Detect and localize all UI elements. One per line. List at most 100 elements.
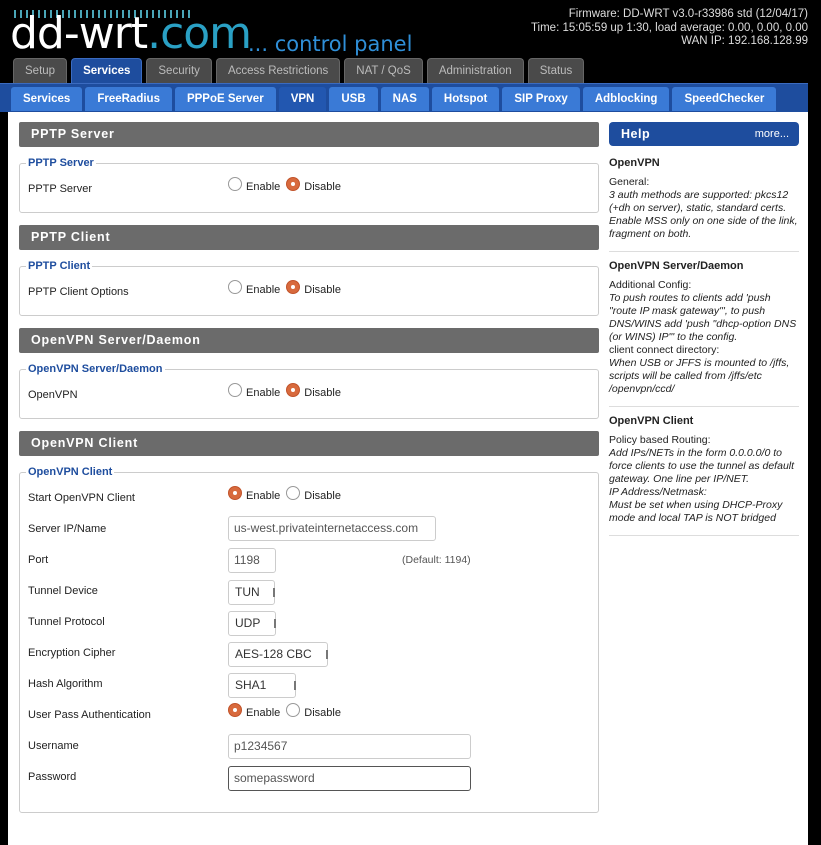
sub-tabs: Services FreeRadius PPPoE Server VPN USB…	[11, 87, 777, 111]
tab-services[interactable]: Services	[71, 58, 143, 84]
time-info: Time: 15:05:59 up 1:30, load average: 0.…	[530, 21, 808, 34]
legend-pptp-server: PPTP Server	[28, 157, 94, 169]
port-input[interactable]: 1198	[228, 548, 276, 573]
row-encryption-cipher: Encryption Cipher AES-128 CBC	[28, 637, 590, 668]
row-tunnel-device: Tunnel Device TUN	[28, 575, 590, 606]
radio-group-user-pass-auth: Enable Disable	[228, 703, 347, 719]
row-tunnel-protocol: Tunnel Protocol UDP	[28, 606, 590, 637]
radio-group-openvpn-server: Enable Disable	[228, 383, 347, 399]
radio-pptp-client-enable[interactable]	[228, 280, 242, 294]
label-hash-algorithm: Hash Algorithm	[28, 678, 103, 690]
subtab-nas[interactable]: NAS	[380, 87, 429, 111]
server-ip-input[interactable]: us-west.privateinternetaccess.com	[228, 516, 436, 541]
label-port: Port	[28, 554, 49, 566]
hash-algorithm-select[interactable]: SHA1	[228, 673, 296, 698]
radio-group-start-openvpn-client: Enable Disable	[228, 486, 347, 502]
help-text: When USB or JFFS is mounted to /jffs, sc…	[609, 357, 790, 395]
radio-label-disable: Disable	[304, 181, 341, 193]
radio-pptp-server-disable[interactable]	[286, 177, 301, 191]
radio-start-client-disable[interactable]	[286, 486, 301, 500]
legend-openvpn-client: OpenVPN Client	[28, 466, 113, 478]
fieldset-pptp-client: PPTP Client PPTP Client Options Enable D…	[19, 260, 599, 316]
subtab-services[interactable]: Services	[11, 87, 83, 111]
section-header-openvpn-server: OpenVPN Server/Daemon	[19, 328, 599, 353]
row-pptp-server: PPTP Server Enable Disable	[28, 173, 590, 204]
row-password: Password somepassword	[28, 761, 590, 792]
radio-label-disable: Disable	[304, 490, 341, 502]
subtab-pppoe-server[interactable]: PPPoE Server	[174, 87, 276, 111]
port-default-hint: (Default: 1194)	[402, 554, 471, 566]
subtab-speedchecker[interactable]: SpeedChecker	[672, 87, 777, 111]
radio-label-enable: Enable	[246, 707, 281, 719]
settings-panel: PPTP Server PPTP Server PPTP Server Enab…	[19, 122, 599, 825]
encryption-cipher-control: AES-128 CBC	[228, 642, 328, 667]
help-header: Help more...	[609, 122, 799, 146]
sub-tab-bar: Services FreeRadius PPPoE Server VPN USB…	[0, 83, 808, 112]
radio-label-enable: Enable	[246, 181, 281, 193]
help-text: Must be set when using DHCP-Proxy mode a…	[609, 499, 783, 524]
radio-start-client-enable[interactable]	[228, 486, 242, 500]
radio-label-disable: Disable	[304, 387, 341, 399]
subtab-adblocking[interactable]: Adblocking	[582, 87, 670, 111]
row-port: Port 1198 (Default: 1194)	[28, 544, 590, 575]
radio-label-enable: Enable	[246, 284, 281, 296]
help-text: To push routes to clients add 'push "rou…	[609, 292, 797, 343]
row-hash-algorithm: Hash Algorithm SHA1	[28, 668, 590, 699]
password-input[interactable]: somepassword	[228, 766, 471, 791]
tunnel-device-select[interactable]: TUN	[228, 580, 275, 605]
fieldset-openvpn-server: OpenVPN Server/Daemon OpenVPN Enable Dis…	[19, 363, 599, 419]
help-block-title: OpenVPN Server/Daemon	[609, 260, 744, 272]
help-block-openvpn-client: OpenVPN Client Policy based Routing: Add…	[609, 407, 799, 536]
label-encryption-cipher: Encryption Cipher	[28, 647, 116, 659]
legend-pptp-client: PPTP Client	[28, 260, 91, 272]
radio-group-pptp-client: Enable Disable	[228, 280, 347, 296]
radio-pptp-server-enable[interactable]	[228, 177, 242, 191]
label-start-openvpn-client: Start OpenVPN Client	[28, 492, 135, 504]
logo-main: dd-wrt	[10, 8, 148, 59]
tab-nat-qos[interactable]: NAT / QoS	[344, 58, 423, 83]
radio-openvpn-server-enable[interactable]	[228, 383, 242, 397]
server-ip-control: us-west.privateinternetaccess.com	[228, 516, 436, 541]
help-text: IP Address/Netmask:	[609, 486, 707, 498]
tunnel-protocol-select[interactable]: UDP	[228, 611, 276, 636]
row-pptp-client-options: PPTP Client Options Enable Disable	[28, 276, 590, 307]
tab-security[interactable]: Security	[146, 58, 212, 83]
help-text: Additional Config:	[609, 279, 692, 291]
help-text: General:	[609, 176, 650, 188]
subtab-freeradius[interactable]: FreeRadius	[85, 87, 172, 111]
tab-status[interactable]: Status	[527, 58, 585, 83]
help-panel: Help more... OpenVPN General: 3 auth met…	[609, 122, 799, 536]
row-user-pass-auth: User Pass Authentication Enable Disable	[28, 699, 590, 730]
label-pptp-server: PPTP Server	[28, 183, 92, 195]
row-username: Username p1234567	[28, 730, 590, 761]
help-text: 3 auth methods are supported: pkcs12 (+d…	[609, 189, 798, 240]
encryption-cipher-select[interactable]: AES-128 CBC	[228, 642, 328, 667]
tab-access-restrictions[interactable]: Access Restrictions	[215, 58, 341, 83]
radio-pptp-client-disable[interactable]	[286, 280, 301, 294]
subtab-sip-proxy[interactable]: SIP Proxy	[502, 87, 580, 111]
subtab-usb[interactable]: USB	[329, 87, 378, 111]
subtab-hotspot[interactable]: Hotspot	[431, 87, 500, 111]
username-input[interactable]: p1234567	[228, 734, 471, 759]
firmware-info: Firmware: DD-WRT v3.0-r33986 std (12/04/…	[568, 8, 808, 20]
radio-user-pass-enable[interactable]	[228, 703, 242, 717]
radio-label-enable: Enable	[246, 490, 281, 502]
radio-label-enable: Enable	[246, 387, 281, 399]
help-title: Help	[621, 127, 651, 141]
label-password: Password	[28, 771, 77, 783]
radio-openvpn-server-disable[interactable]	[286, 383, 301, 397]
tab-administration[interactable]: Administration	[426, 58, 524, 83]
help-text: Add IPs/NETs in the form 0.0.0.0/0 to fo…	[609, 447, 795, 485]
label-openvpn: OpenVPN	[28, 389, 78, 401]
subtab-vpn[interactable]: VPN	[278, 87, 327, 111]
hash-algorithm-control: SHA1	[228, 673, 296, 698]
main-tabs: Setup Services Security Access Restricti…	[13, 58, 585, 84]
tunnel-device-control: TUN	[228, 580, 275, 605]
radio-user-pass-disable[interactable]	[286, 703, 301, 717]
logo-dot: .com	[147, 8, 252, 59]
tab-setup[interactable]: Setup	[13, 58, 68, 83]
legend-openvpn-server: OpenVPN Server/Daemon	[28, 363, 163, 375]
label-server-ip: Server IP/Name	[28, 523, 107, 535]
help-more-link[interactable]: more...	[755, 122, 789, 146]
port-control: 1198	[228, 548, 276, 573]
